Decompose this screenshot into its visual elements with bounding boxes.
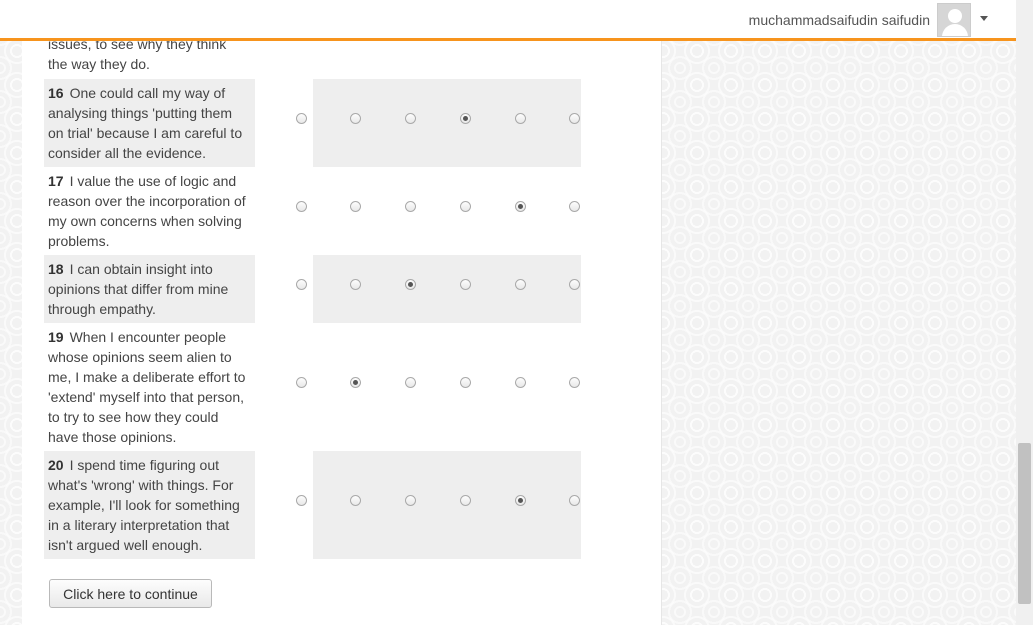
question-label: I value the use of logic and reason over… — [48, 173, 246, 249]
question-row-20: 20 I spend time figuring out what's 'wron… — [44, 451, 644, 559]
radio-19-4[interactable] — [460, 377, 471, 388]
radio-16-5[interactable] — [515, 113, 526, 124]
question-label: One could call my way of analysing thing… — [48, 85, 243, 161]
chevron-down-icon[interactable] — [980, 16, 988, 21]
vertical-scrollbar[interactable] — [1016, 0, 1033, 625]
question-text-16: 16 One could call my way of analysing thi… — [44, 79, 255, 167]
radio-18-2[interactable] — [350, 279, 361, 290]
radio-18-3[interactable] — [405, 279, 416, 290]
question-number: 17 — [48, 173, 64, 189]
question-row-16: 16 One could call my way of analysing thi… — [44, 79, 644, 167]
question-row-17: 17 I value the use of logic and reason ov… — [44, 167, 644, 255]
radio-17-4[interactable] — [460, 201, 471, 212]
radio-20-6[interactable] — [569, 495, 580, 506]
radio-19-2[interactable] — [350, 377, 361, 388]
question-text-18: 18 I can obtain insight into opinions tha… — [44, 255, 255, 323]
radio-18-4[interactable] — [460, 279, 471, 290]
radio-18-5[interactable] — [515, 279, 526, 290]
question-number: 16 — [48, 85, 64, 101]
radio-16-1[interactable] — [296, 113, 307, 124]
radio-16-4[interactable] — [460, 113, 471, 124]
question-number: 19 — [48, 329, 64, 345]
question-text-20: 20 I spend time figuring out what's 'wron… — [44, 451, 255, 559]
question-label: I can obtain insight into opinions that … — [48, 261, 229, 317]
radio-20-5[interactable] — [515, 495, 526, 506]
radio-18-6[interactable] — [569, 279, 580, 290]
radio-16-6[interactable] — [569, 113, 580, 124]
radio-17-5[interactable] — [515, 201, 526, 212]
continue-button[interactable]: Click here to continue — [49, 579, 212, 608]
question-row-18: 18 I can obtain insight into opinions tha… — [44, 255, 644, 323]
radio-19-1[interactable] — [296, 377, 307, 388]
question-label: When I encounter people whose opinions s… — [48, 329, 246, 445]
user-name[interactable]: muchammadsaifudin saifudin — [749, 12, 930, 28]
radio-19-6[interactable] — [569, 377, 580, 388]
radio-17-1[interactable] — [296, 201, 307, 212]
radio-17-3[interactable] — [405, 201, 416, 212]
survey-panel: issues, to see why they think the way th… — [22, 0, 662, 625]
radio-20-2[interactable] — [350, 495, 361, 506]
avatar-head-icon — [948, 9, 962, 23]
top-header: muchammadsaifudin saifudin — [0, 0, 1016, 41]
scrollbar-thumb[interactable] — [1018, 443, 1031, 604]
radio-17-6[interactable] — [569, 201, 580, 212]
question-label: I spend time figuring out what's 'wrong'… — [48, 457, 240, 553]
radio-16-2[interactable] — [350, 113, 361, 124]
radio-16-3[interactable] — [405, 113, 416, 124]
question-number: 20 — [48, 457, 64, 473]
avatar[interactable] — [937, 3, 971, 37]
radio-20-4[interactable] — [460, 495, 471, 506]
radio-20-3[interactable] — [405, 495, 416, 506]
question-text-19: 19 When I encounter people whose opinions… — [44, 323, 255, 451]
question-text-17: 17 I value the use of logic and reason ov… — [44, 167, 255, 255]
radio-18-1[interactable] — [296, 279, 307, 290]
question-number: 18 — [48, 261, 64, 277]
question-row-19: 19 When I encounter people whose opinions… — [44, 323, 644, 451]
avatar-body-icon — [942, 24, 968, 36]
radio-19-3[interactable] — [405, 377, 416, 388]
radio-17-2[interactable] — [350, 201, 361, 212]
radio-19-5[interactable] — [515, 377, 526, 388]
radio-20-1[interactable] — [296, 495, 307, 506]
